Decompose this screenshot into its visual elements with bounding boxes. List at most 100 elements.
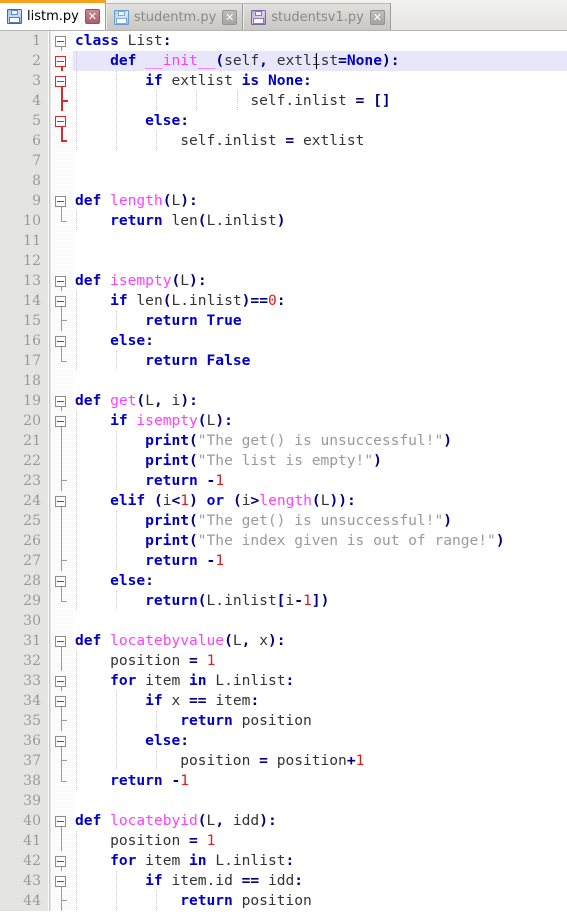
code-text[interactable]: print("The get() is unsuccessful!") <box>73 431 567 451</box>
fold-margin[interactable] <box>51 531 73 551</box>
code-line[interactable]: 17 return False <box>0 351 567 371</box>
fold-margin[interactable] <box>51 811 73 831</box>
fold-margin[interactable] <box>51 271 73 291</box>
code-line[interactable]: 28 else: <box>0 571 567 591</box>
fold-margin[interactable] <box>51 131 73 151</box>
tab-studentm-py[interactable]: studentm.py ✕ <box>105 3 244 30</box>
code-line[interactable]: 38 return -1 <box>0 771 567 791</box>
code-line[interactable]: 44 return position <box>0 891 567 911</box>
fold-margin[interactable] <box>51 631 73 651</box>
fold-collapse-icon[interactable] <box>55 676 66 687</box>
fold-margin[interactable] <box>51 211 73 231</box>
code-line[interactable]: 6 self.inlist = extlist <box>0 131 567 151</box>
code-text[interactable]: else: <box>73 731 567 751</box>
code-text[interactable]: if item.id == idd: <box>73 871 567 891</box>
fold-margin[interactable] <box>51 511 73 531</box>
fold-margin[interactable] <box>51 71 73 91</box>
fold-margin[interactable] <box>51 451 73 471</box>
code-text[interactable]: return position <box>73 711 567 731</box>
code-text[interactable] <box>73 171 567 191</box>
fold-margin[interactable] <box>51 651 73 671</box>
fold-margin[interactable] <box>51 111 73 131</box>
code-line[interactable]: 2 def __init__(self, extlist=None): <box>0 51 567 71</box>
code-line[interactable]: 1 class List: <box>0 31 567 51</box>
tab-studentsv1-py[interactable]: studentsv1.py ✕ <box>243 3 391 30</box>
code-text[interactable] <box>73 251 567 271</box>
code-line[interactable]: 23 return -1 <box>0 471 567 491</box>
code-line[interactable]: 25 print("The get() is unsuccessful!") <box>0 511 567 531</box>
code-line[interactable]: 36 else: <box>0 731 567 751</box>
code-text[interactable]: if isempty(L): <box>73 411 567 431</box>
fold-margin[interactable] <box>51 591 73 611</box>
code-line[interactable]: 42 for item in L.inlist: <box>0 851 567 871</box>
code-line[interactable]: 3 if extlist is None: <box>0 71 567 91</box>
code-line[interactable]: 37 position = position+1 <box>0 751 567 771</box>
code-text[interactable]: def locatebyid(L, idd): <box>73 811 567 831</box>
fold-margin[interactable] <box>51 751 73 771</box>
code-line[interactable]: 20 if isempty(L): <box>0 411 567 431</box>
fold-margin[interactable] <box>51 91 73 111</box>
fold-collapse-icon[interactable] <box>55 416 66 427</box>
fold-margin[interactable] <box>51 791 73 811</box>
code-text[interactable]: position = 1 <box>73 831 567 851</box>
code-line[interactable]: 30 <box>0 611 567 631</box>
fold-collapse-icon[interactable] <box>55 736 66 747</box>
fold-margin[interactable] <box>51 471 73 491</box>
code-line[interactable]: 10 return len(L.inlist) <box>0 211 567 231</box>
code-line[interactable]: 14 if len(L.inlist)==0: <box>0 291 567 311</box>
fold-collapse-icon[interactable] <box>55 116 66 127</box>
fold-collapse-icon[interactable] <box>55 696 66 707</box>
fold-margin[interactable] <box>51 371 73 391</box>
fold-margin[interactable] <box>51 771 73 791</box>
close-icon[interactable]: ✕ <box>222 9 238 25</box>
code-text[interactable]: position = 1 <box>73 651 567 671</box>
fold-collapse-icon[interactable] <box>55 296 66 307</box>
code-line[interactable]: 22 print("The list is empty!") <box>0 451 567 471</box>
code-text[interactable]: self.inlist = extlist <box>73 131 567 151</box>
fold-margin[interactable] <box>51 891 73 911</box>
code-text[interactable]: print("The index given is out of range!"… <box>73 531 567 551</box>
code-text[interactable]: return len(L.inlist) <box>73 211 567 231</box>
fold-margin[interactable] <box>51 151 73 171</box>
code-text[interactable]: class List: <box>73 31 567 51</box>
close-icon[interactable]: ✕ <box>369 9 385 25</box>
code-line[interactable]: 27 return -1 <box>0 551 567 571</box>
fold-collapse-icon[interactable] <box>55 196 66 207</box>
fold-collapse-icon[interactable] <box>55 276 66 287</box>
code-line[interactable]: 33 for item in L.inlist: <box>0 671 567 691</box>
code-text[interactable]: return(L.inlist[i-1]) <box>73 591 567 611</box>
code-line[interactable]: 40 def locatebyid(L, idd): <box>0 811 567 831</box>
fold-margin[interactable] <box>51 311 73 331</box>
code-text[interactable]: else: <box>73 331 567 351</box>
fold-collapse-icon[interactable] <box>55 636 66 647</box>
fold-collapse-icon[interactable] <box>55 816 66 827</box>
fold-margin[interactable] <box>51 831 73 851</box>
code-text[interactable]: if len(L.inlist)==0: <box>73 291 567 311</box>
editor-area[interactable]: 1 class List: 2 def __init__(self, extlist… <box>0 30 567 914</box>
code-line[interactable]: 35 return position <box>0 711 567 731</box>
code-text[interactable]: return False <box>73 351 567 371</box>
code-text[interactable]: return position <box>73 891 567 911</box>
code-text[interactable] <box>73 611 567 631</box>
fold-margin[interactable] <box>51 431 73 451</box>
fold-margin[interactable] <box>51 691 73 711</box>
code-line[interactable]: 41 position = 1 <box>0 831 567 851</box>
fold-margin[interactable] <box>51 291 73 311</box>
code-line[interactable]: 21 print("The get() is unsuccessful!") <box>0 431 567 451</box>
fold-margin[interactable] <box>51 571 73 591</box>
code-text[interactable]: def get(L, i): <box>73 391 567 411</box>
code-line[interactable]: 9 def length(L): <box>0 191 567 211</box>
fold-collapse-icon[interactable] <box>55 76 66 87</box>
fold-collapse-icon[interactable] <box>55 36 66 47</box>
fold-collapse-icon[interactable] <box>55 336 66 347</box>
fold-margin[interactable] <box>51 611 73 631</box>
code-line[interactable]: 12 <box>0 251 567 271</box>
code-text[interactable]: else: <box>73 111 567 131</box>
fold-margin[interactable] <box>51 731 73 751</box>
code-line[interactable]: 24 elif (i<1) or (i>length(L)): <box>0 491 567 511</box>
fold-margin[interactable] <box>51 31 73 51</box>
code-text[interactable]: print("The list is empty!") <box>73 451 567 471</box>
code-text[interactable]: def locatebyvalue(L, x): <box>73 631 567 651</box>
fold-margin[interactable] <box>51 491 73 511</box>
code-line[interactable]: 19 def get(L, i): <box>0 391 567 411</box>
